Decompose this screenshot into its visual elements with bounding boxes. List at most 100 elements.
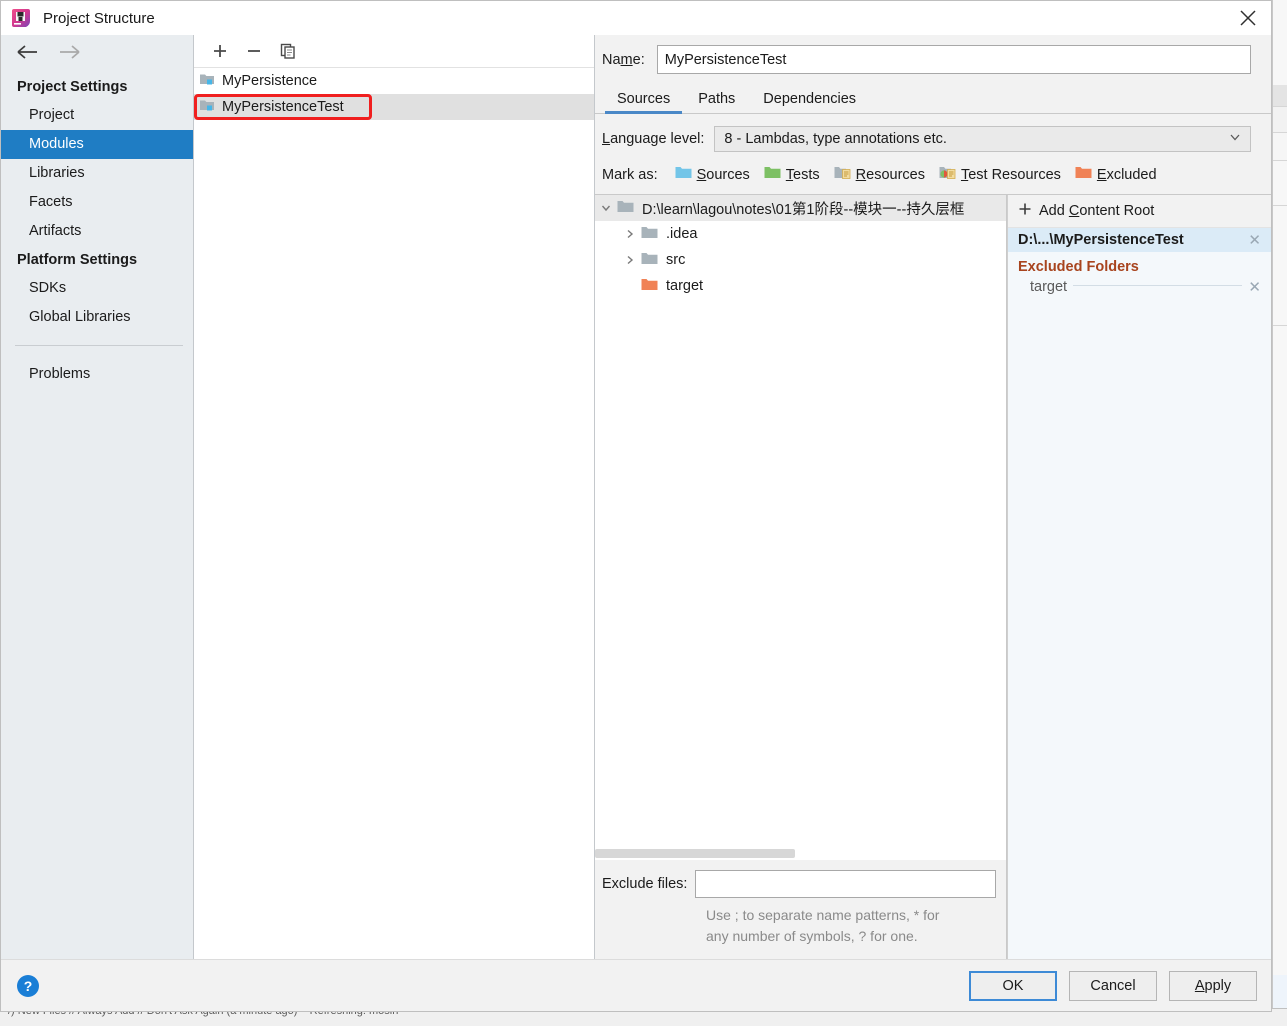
close-icon[interactable]: ✕ xyxy=(1248,280,1261,295)
forward-arrow-icon[interactable] xyxy=(57,43,83,61)
sidebar-item-artifacts[interactable]: Artifacts xyxy=(1,217,193,246)
tree-row-target[interactable]: target xyxy=(595,273,1006,299)
minus-icon[interactable] xyxy=(245,42,263,60)
chevron-right-icon[interactable] xyxy=(619,254,641,266)
tree-root-label: D:\learn\lagou\notes\01第1阶段--模块一--持久层框 xyxy=(642,201,965,218)
cancel-button[interactable]: Cancel xyxy=(1069,970,1157,1001)
mark-as-resources-button[interactable]: Resources xyxy=(834,165,925,184)
add-content-root-button[interactable]: Add Content Root xyxy=(1008,195,1271,228)
mark-as-sources-button[interactable]: Sources xyxy=(675,165,750,184)
source-tree-pane: D:\learn\lagou\notes\01第1阶段--模块一--持久层框 .… xyxy=(595,195,1007,959)
dialog-title: Project Structure xyxy=(43,9,155,27)
chevron-right-icon[interactable] xyxy=(619,228,641,240)
apply-button[interactable]: Apply xyxy=(1169,970,1257,1001)
excluded-folder-name: target xyxy=(1030,279,1068,295)
name-label: Name: xyxy=(602,51,645,68)
exclude-files-hint: Use ; to separate name patterns, * for a… xyxy=(706,905,996,947)
background-right-strip xyxy=(1272,0,1287,1026)
sidebar-list: Project Settings Project Modules Librari… xyxy=(1,68,193,389)
ok-button[interactable]: OK xyxy=(969,970,1057,1001)
tab-dependencies[interactable]: Dependencies xyxy=(749,87,870,113)
copy-icon[interactable] xyxy=(279,42,297,60)
mark-as-test-resources-label: Test Resources xyxy=(960,166,1061,183)
sidebar-item-global-libraries[interactable]: Global Libraries xyxy=(1,303,193,332)
sidebar-item-sdks[interactable]: SDKs xyxy=(1,274,193,303)
excluded-folders-title: Excluded Folders xyxy=(1018,259,1139,275)
module-label: MyPersistenceTest xyxy=(222,99,344,115)
tab-sources[interactable]: Sources xyxy=(603,87,684,114)
name-row: Name: xyxy=(595,35,1271,82)
module-row-mypersistence[interactable]: MyPersistence xyxy=(194,68,594,94)
scrollbar-thumb[interactable] xyxy=(595,849,795,858)
mark-as-row: Mark as: Sources Tests Resources Test Re… xyxy=(595,152,1271,194)
content-root-entry[interactable]: D:\...\MyPersistenceTest ✕ xyxy=(1008,228,1271,252)
module-list: MyPersistence MyPersistenceTest xyxy=(194,68,594,959)
excluded-folder-row[interactable]: target ✕ xyxy=(1018,279,1261,295)
exclude-files-row: Exclude files: xyxy=(602,870,996,898)
sidebar-item-modules[interactable]: Modules xyxy=(1,130,193,159)
exclude-files-input[interactable] xyxy=(695,870,996,898)
settings-sidebar: Project Settings Project Modules Librari… xyxy=(1,35,194,959)
tree-row-idea[interactable]: .idea xyxy=(595,221,1006,247)
language-level-select[interactable]: 8 - Lambdas, type annotations etc. xyxy=(714,126,1251,152)
mark-as-resources-label: Resources xyxy=(855,166,925,183)
folder-green-icon xyxy=(764,165,781,184)
mark-as-label: Mark as: xyxy=(602,166,658,183)
plus-icon[interactable] xyxy=(211,42,229,60)
sidebar-nav-row xyxy=(1,35,193,68)
sidebar-divider xyxy=(15,345,183,346)
sidebar-item-project[interactable]: Project xyxy=(1,101,193,130)
folder-module-icon xyxy=(199,97,215,117)
mark-as-test-resources-button[interactable]: Test Resources xyxy=(939,165,1061,184)
tree-node-label: target xyxy=(666,278,704,294)
mark-as-excluded-button[interactable]: Excluded xyxy=(1075,165,1157,184)
sidebar-item-facets[interactable]: Facets xyxy=(1,188,193,217)
mark-as-tests-label: Tests xyxy=(785,166,820,183)
module-pane: MyPersistence MyPersistenceTest xyxy=(194,35,595,959)
folder-blue-icon xyxy=(675,165,692,184)
chevron-down-icon[interactable] xyxy=(595,202,617,214)
chevron-down-icon xyxy=(1228,130,1242,148)
tree-horizontal-scrollbar[interactable] xyxy=(595,848,1006,860)
sidebar-item-problems[interactable]: Problems xyxy=(1,360,193,389)
folder-resources-icon xyxy=(834,165,851,184)
language-level-value: 8 - Lambdas, type annotations etc. xyxy=(724,131,947,147)
source-tree: D:\learn\lagou\notes\01第1阶段--模块一--持久层框 .… xyxy=(595,195,1006,848)
tree-row-root[interactable]: D:\learn\lagou\notes\01第1阶段--模块一--持久层框 xyxy=(595,195,1006,221)
language-level-label: Language level: xyxy=(602,131,705,147)
sidebar-item-libraries[interactable]: Libraries xyxy=(1,159,193,188)
module-editor-pane: Name: Sources Paths Dependencies Languag… xyxy=(595,35,1271,959)
mark-as-tests-button[interactable]: Tests xyxy=(764,165,820,184)
folder-module-icon xyxy=(199,71,215,91)
tree-row-src[interactable]: src xyxy=(595,247,1006,273)
folder-gray-icon xyxy=(617,199,634,218)
content-root-path: D:\...\MyPersistenceTest xyxy=(1018,232,1184,248)
project-structure-dialog: Project Structure Project Settings Proje… xyxy=(0,0,1272,1012)
excluded-folders-section: Excluded Folders target ✕ xyxy=(1008,252,1271,295)
folder-gray-icon xyxy=(641,251,658,270)
close-icon[interactable]: ✕ xyxy=(1248,233,1261,248)
module-row-mypersistencetest[interactable]: MyPersistenceTest xyxy=(194,94,594,120)
tree-node-label: .idea xyxy=(666,226,698,242)
mark-as-excluded-label: Excluded xyxy=(1096,166,1157,183)
intellij-idea-logo-icon xyxy=(11,8,31,28)
language-level-row: Language level: 8 - Lambdas, type annota… xyxy=(595,114,1271,152)
close-icon[interactable] xyxy=(1225,1,1271,35)
module-name-input[interactable] xyxy=(656,45,1251,74)
folder-test-resources-icon xyxy=(939,165,956,184)
tab-paths[interactable]: Paths xyxy=(684,87,749,113)
content-roots-filler xyxy=(1008,295,1271,959)
module-tabs: Sources Paths Dependencies xyxy=(595,82,1271,114)
folder-gray-icon xyxy=(641,225,658,244)
help-icon[interactable]: ? xyxy=(17,974,39,997)
plus-icon xyxy=(1018,202,1032,220)
folder-orange-icon xyxy=(641,277,658,296)
tree-node-label: src xyxy=(666,252,686,268)
add-content-root-label: Add Content Root xyxy=(1039,203,1155,219)
dialog-footer: ? OK Cancel Apply xyxy=(1,959,1271,1011)
exclude-hint-line2: any number of symbols, ? for one. xyxy=(706,928,918,944)
back-arrow-icon[interactable] xyxy=(15,43,41,61)
module-label: MyPersistence xyxy=(222,73,318,89)
module-toolbar xyxy=(194,35,594,68)
folder-orange-icon xyxy=(1075,165,1092,184)
